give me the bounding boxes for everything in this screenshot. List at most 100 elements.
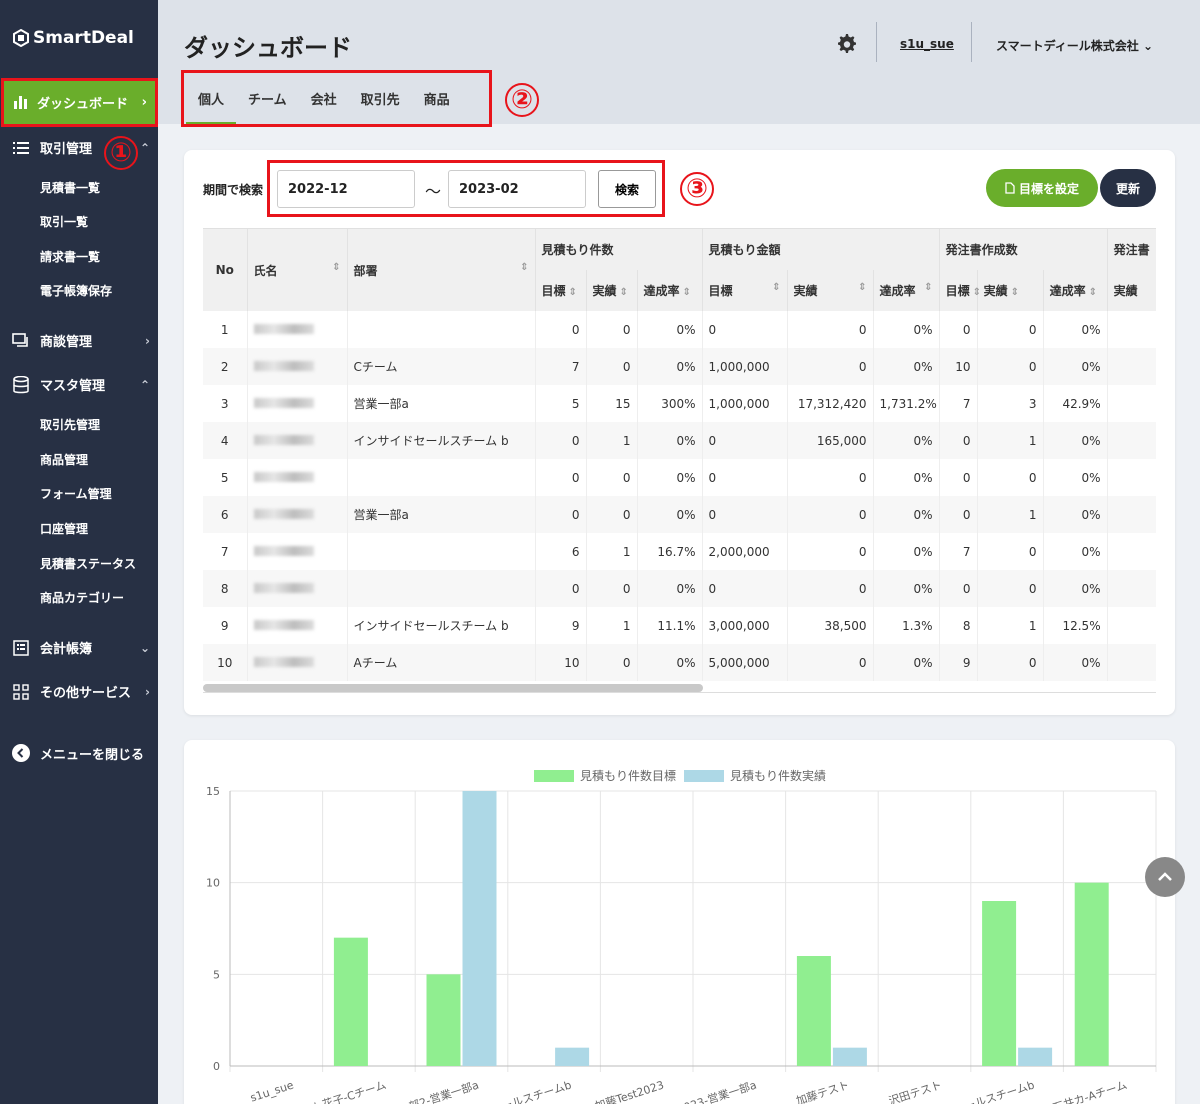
- sidebar-sub-clients[interactable]: 取引先管理: [40, 416, 100, 433]
- table-row[interactable]: 5 0 0 0% 0 0 0% 0 0 0%: [203, 459, 1156, 496]
- company-dropdown[interactable]: スマートディール株式会社 ⌄: [996, 37, 1153, 54]
- period-from-input[interactable]: [277, 170, 415, 208]
- col-actual[interactable]: 実績 ⇕: [787, 270, 874, 311]
- table-row[interactable]: 3 営業一部a 5 15 300% 1,000,000 17,312,420 1,731.2%…: [203, 385, 1156, 422]
- cell-value: 0%: [1043, 459, 1108, 496]
- sidebar-close-menu[interactable]: メニューを閉じる: [10, 743, 150, 763]
- sidebar-item-negotiation[interactable]: 商談管理 ›: [10, 331, 150, 350]
- sort-icon: ⇕: [772, 282, 781, 293]
- cell-value: 0%: [873, 533, 940, 570]
- col-name[interactable]: 氏名 ⇕: [247, 229, 348, 311]
- x-tick-label: 加藤Test2023: [593, 1078, 665, 1104]
- cell-value: 0: [939, 496, 978, 533]
- cell-value: 0: [787, 533, 874, 570]
- chevron-right-icon: ›: [145, 333, 150, 348]
- cell-dept: インサイドセールスチーム b: [347, 422, 536, 459]
- sidebar-sub-forms[interactable]: フォーム管理: [40, 485, 112, 502]
- update-button[interactable]: 更新: [1100, 169, 1156, 207]
- cell-no: 1: [203, 311, 248, 348]
- chevron-up-icon: ⌃: [139, 377, 150, 392]
- cell-no: 5: [203, 459, 248, 496]
- tab-client[interactable]: 取引先: [349, 75, 412, 125]
- col-rate[interactable]: 達成率 ⇕: [1043, 270, 1108, 311]
- group-estimate-count: 見積もり件数: [535, 229, 703, 270]
- sidebar-item-accounting[interactable]: 会計帳簿 ⌄: [10, 638, 150, 657]
- table-row[interactable]: 7 6 1 16.7% 2,000,000 0 0% 7 0 0%: [203, 533, 1156, 570]
- cell-value: 0%: [1043, 644, 1108, 681]
- blurred-name: [253, 397, 314, 408]
- cell-no: 10: [203, 644, 248, 681]
- blurred-name: [253, 619, 314, 630]
- cell-value: 0: [535, 570, 587, 607]
- sidebar-item-dashboard[interactable]: ダッシュボード ›: [3, 80, 155, 124]
- tab-team[interactable]: チーム: [236, 75, 299, 125]
- col-target[interactable]: 目標 ⇕: [535, 270, 587, 311]
- col-actual[interactable]: 実績 ⇕: [977, 270, 1044, 311]
- col-target[interactable]: 目標 ⇕: [939, 270, 981, 311]
- sidebar-sub-estimate-status[interactable]: 見積書ステータス: [40, 555, 136, 572]
- user-link[interactable]: s1u_sue: [900, 37, 954, 51]
- set-goal-button[interactable]: 目標を設定: [986, 169, 1098, 207]
- cell-value: 0: [702, 496, 788, 533]
- sidebar-item-label: 取引管理: [40, 142, 93, 157]
- col-actual[interactable]: 実績: [1107, 270, 1156, 311]
- horizontal-scrollbar[interactable]: [203, 684, 703, 692]
- cell-value: 8: [939, 607, 978, 644]
- sidebar-item-label: 会計帳簿: [40, 642, 93, 657]
- y-tick-label: 0: [213, 1060, 220, 1073]
- database-icon: [10, 375, 32, 394]
- bar: [832, 1047, 867, 1066]
- chevron-up-icon: [1158, 872, 1172, 881]
- tab-individual[interactable]: 個人: [186, 75, 237, 125]
- sidebar-item-master[interactable]: マスタ管理 ⌃: [10, 375, 150, 394]
- col-target[interactable]: 目標 ⇕: [702, 270, 788, 311]
- col-rate[interactable]: 達成率 ⇕: [873, 270, 940, 311]
- scroll-top-button[interactable]: [1145, 857, 1185, 897]
- sidebar-item-other[interactable]: その他サービス ›: [10, 682, 150, 701]
- cell-no: 2: [203, 348, 248, 385]
- sidebar-sub-ebook[interactable]: 電子帳簿保存: [40, 282, 112, 299]
- table-row[interactable]: 9 インサイドセールスチーム b 9 1 11.1% 3,000,000 38,500 1.3…: [203, 607, 1156, 644]
- tab-bar: 個人 チーム 会社 取引先 商品: [186, 75, 462, 125]
- sidebar-sub-invoices[interactable]: 請求書一覧: [40, 248, 100, 265]
- sort-icon: ⇕: [924, 282, 933, 293]
- col-actual[interactable]: 実績 ⇕: [586, 270, 638, 311]
- sidebar-sub-product-category[interactable]: 商品カテゴリー: [40, 589, 124, 606]
- sidebar-sub-accounts[interactable]: 口座管理: [40, 520, 88, 537]
- table-row[interactable]: 6 営業一部a 0 0 0% 0 0 0% 0 1 0%: [203, 496, 1156, 533]
- sidebar-sub-products[interactable]: 商品管理: [40, 451, 88, 468]
- sort-icon: ⇕: [332, 261, 341, 273]
- tilde: 〜: [425, 182, 442, 201]
- table-row[interactable]: 10 Aチーム 10 0 0% 5,000,000 0 0% 9 0 0%: [203, 644, 1156, 681]
- cell-value: [1107, 348, 1156, 385]
- gear-icon[interactable]: [836, 33, 858, 59]
- app-logo[interactable]: SmartDeal: [12, 28, 134, 48]
- cell-value: 0: [702, 459, 788, 496]
- col-dept[interactable]: 部署 ⇕: [347, 229, 536, 311]
- x-tick-label: …2023-営業一部a: [665, 1078, 758, 1104]
- x-tick-label: 沢田テスト: [887, 1078, 944, 1104]
- bar: [555, 1047, 590, 1066]
- table-row[interactable]: 1 0 0 0% 0 0 0% 0 0 0%: [203, 311, 1156, 348]
- cell-value: 0%: [873, 311, 940, 348]
- chat-icon: [10, 332, 32, 349]
- search-button[interactable]: 検索: [598, 170, 656, 208]
- table-row[interactable]: 2 Cチーム 7 0 0% 1,000,000 0 0% 10 0 0%: [203, 348, 1156, 385]
- cell-no: 8: [203, 570, 248, 607]
- tab-company[interactable]: 会社: [299, 75, 349, 125]
- x-tick-label: …石井カ-Aチーム: [1040, 1078, 1128, 1104]
- sidebar-sub-estimates[interactable]: 見積書一覧: [40, 179, 100, 196]
- cell-name: [247, 311, 348, 348]
- cell-value: 0: [586, 496, 638, 533]
- table-row[interactable]: 8 0 0 0% 0 0 0% 0 0 0%: [203, 570, 1156, 607]
- cell-dept: 営業一部a: [347, 496, 536, 533]
- tab-product[interactable]: 商品: [412, 75, 462, 125]
- cell-value: 5,000,000: [702, 644, 788, 681]
- cell-value: 5: [535, 385, 587, 422]
- cell-dept: [347, 533, 536, 570]
- col-rate[interactable]: 達成率 ⇕: [637, 270, 703, 311]
- table-row[interactable]: 4 インサイドセールスチーム b 0 1 0% 0 165,000 0% 0 1 0%: [203, 422, 1156, 459]
- cell-value: 0: [702, 570, 788, 607]
- sidebar-sub-deals[interactable]: 取引一覧: [40, 213, 88, 230]
- period-to-input[interactable]: [448, 170, 586, 208]
